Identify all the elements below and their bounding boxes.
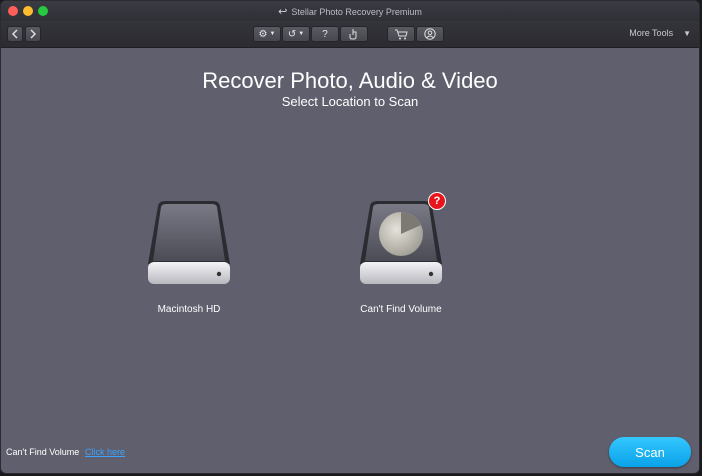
page-title: Recover Photo, Audio & Video — [202, 68, 498, 93]
chevron-down-icon: ▼ — [269, 31, 276, 37]
drive-label: Macintosh HD — [157, 304, 221, 315]
hand-pointer-icon — [349, 29, 357, 40]
app-logo-icon: ↩ — [278, 6, 288, 18]
unknown-volume-badge: ? — [428, 192, 446, 210]
account-button[interactable] — [416, 26, 444, 42]
more-tools-label: More Tools — [629, 28, 674, 38]
help-button[interactable]: ? — [311, 26, 339, 42]
title-bar: ↩ Stellar Photo Recovery Premium — [1, 1, 699, 21]
scan-button[interactable]: Scan — [609, 437, 691, 467]
drive-cant-find-volume[interactable]: ? Can't Find Volume — [356, 192, 446, 315]
chevron-down-icon: ▼ — [683, 29, 691, 38]
toolbar: ⚙ ▼ ↺ ▼ ? More Tools ▼ — [1, 21, 699, 48]
hard-drive-icon — [148, 201, 230, 284]
window-title-container: ↩ Stellar Photo Recovery Premium — [1, 5, 699, 18]
cart-icon — [394, 29, 408, 39]
activate-button[interactable] — [340, 26, 368, 42]
forward-button[interactable] — [25, 26, 41, 42]
gear-icon: ⚙ — [258, 28, 268, 40]
main-content: Recover Photo, Audio & Video Select Loca… — [1, 48, 699, 473]
chevron-left-icon — [11, 29, 18, 39]
hard-drive-pie-icon — [360, 201, 442, 284]
app-window: ↩ Stellar Photo Recovery Premium ⚙ ▼ ↺ ▼ ? … — [0, 0, 700, 474]
chevron-right-icon — [30, 29, 37, 39]
cart-button[interactable] — [387, 26, 415, 42]
settings-button[interactable]: ⚙ ▼ — [253, 26, 281, 42]
window-title: Stellar Photo Recovery Premium — [291, 7, 422, 17]
history-icon: ↺ — [287, 28, 297, 40]
more-tools-menu[interactable]: More Tools ▼ — [629, 28, 691, 38]
drive-label: Can't Find Volume — [360, 304, 442, 315]
user-icon — [424, 28, 436, 40]
back-button[interactable] — [7, 26, 23, 42]
click-here-link[interactable]: Click here — [85, 447, 125, 457]
drive-macintosh-hd[interactable]: Macintosh HD — [144, 200, 234, 315]
help-label: ? — [322, 28, 328, 40]
chevron-down-icon: ▼ — [298, 31, 305, 37]
history-button[interactable]: ↺ ▼ — [282, 26, 310, 42]
page-subtitle: Select Location to Scan — [281, 94, 419, 109]
cant-find-volume-prompt: Can't Find Volume — [6, 447, 80, 457]
